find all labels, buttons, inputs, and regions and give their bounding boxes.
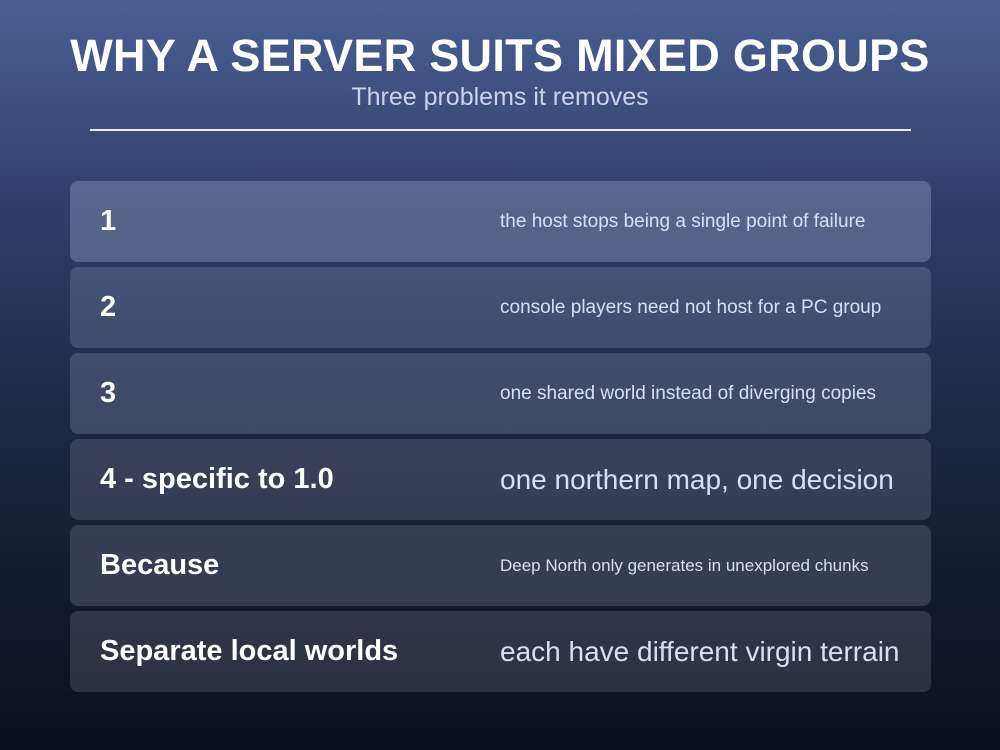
row-description: Deep North only generates in unexplored … [500, 556, 869, 575]
list-item: 4 - specific to 1.0 one northern map, on… [70, 439, 931, 520]
problem-list: 1 the host stops being a single point of… [70, 181, 931, 697]
row-label: 1 [100, 205, 117, 237]
row-description: the host stops being a single point of f… [500, 211, 866, 232]
list-item: 2 console players need not host for a PC… [70, 267, 931, 348]
row-label: Because [100, 549, 220, 581]
page-subtitle: Three problems it removes [351, 83, 649, 111]
title-divider [90, 129, 911, 131]
row-description: console players need not host for a PC g… [500, 297, 882, 318]
row-description: one northern map, one decision [500, 464, 894, 495]
row-label: 3 [100, 377, 117, 409]
list-item: 3 one shared world instead of diverging … [70, 353, 931, 434]
list-item: 1 the host stops being a single point of… [70, 181, 931, 262]
list-item: Separate local worlds each have differen… [70, 611, 931, 692]
row-label: 2 [100, 291, 117, 323]
row-description: each have different virgin terrain [500, 636, 900, 667]
row-label: 4 - specific to 1.0 [100, 463, 334, 495]
list-item: Because Deep North only generates in une… [70, 525, 931, 606]
page-title: WHY A SERVER SUITS MIXED GROUPS [70, 30, 930, 81]
row-label: Separate local worlds [100, 635, 399, 667]
row-description: one shared world instead of diverging co… [500, 383, 877, 404]
